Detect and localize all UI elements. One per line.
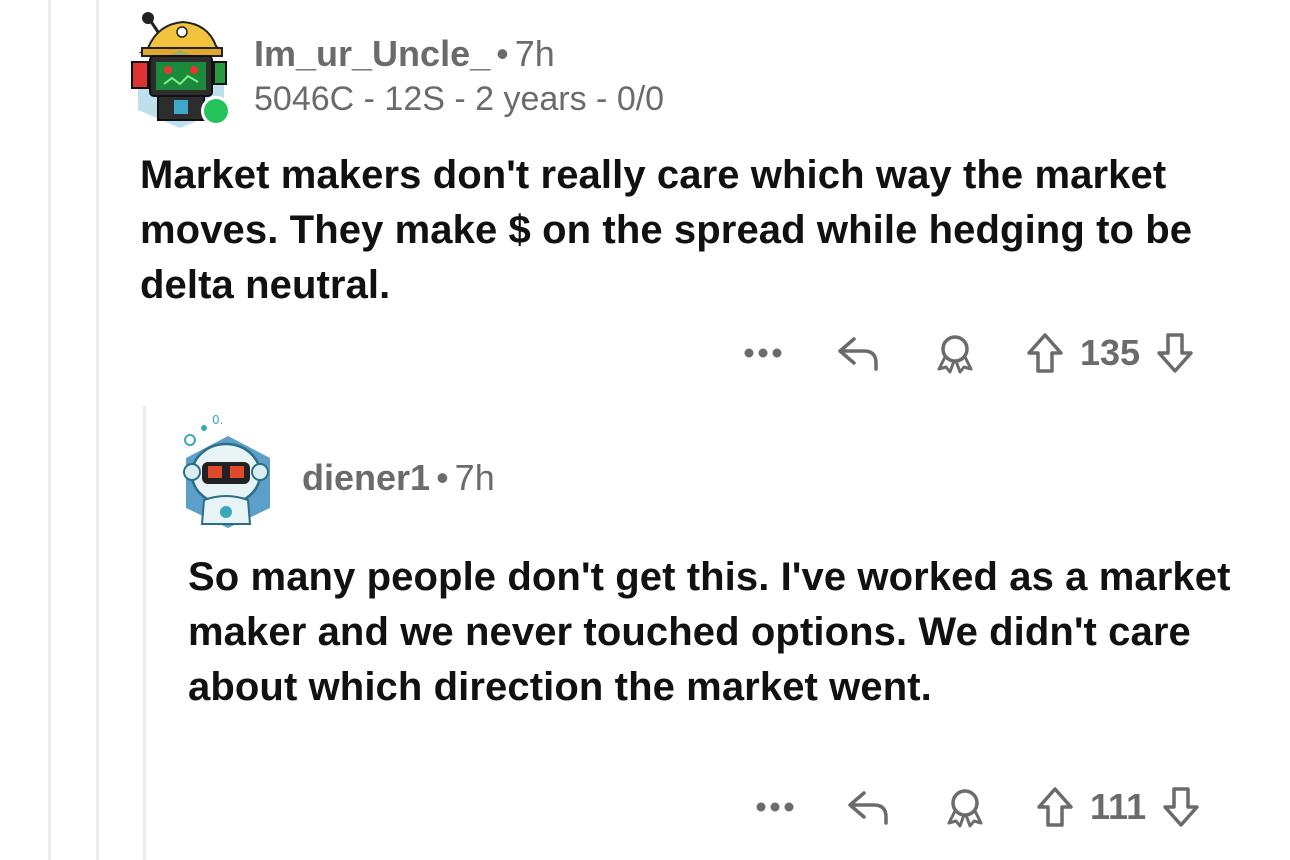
comment-meta: diener1 • 7h xyxy=(302,456,495,500)
award-icon xyxy=(937,335,973,374)
reply-icon xyxy=(848,791,888,825)
robot-avatar-icon: 0. xyxy=(183,413,270,528)
award-icon xyxy=(947,789,983,828)
user-avatar[interactable]: 0. xyxy=(180,408,275,528)
comment-body: So many people don't get this. I've work… xyxy=(188,550,1248,715)
comment-2: 0. diener1 • 7h So many people don't get t… xyxy=(0,400,1290,860)
separator-dot: • xyxy=(496,33,509,74)
more-options-button[interactable] xyxy=(750,784,800,830)
reply-button[interactable] xyxy=(846,784,892,830)
upvote-icon xyxy=(1027,333,1063,373)
reply-button[interactable] xyxy=(836,330,882,376)
more-options-button[interactable] xyxy=(738,330,788,376)
downvote-button[interactable] xyxy=(1152,330,1198,376)
svg-text:0.: 0. xyxy=(212,413,223,427)
comment-text: So many people don't get this. I've work… xyxy=(188,555,1231,709)
comment-body: Market makers don't really care which wa… xyxy=(140,148,1220,313)
comment-text: Market makers don't really care which wa… xyxy=(140,153,1193,307)
award-button[interactable] xyxy=(932,330,978,376)
downvote-icon xyxy=(1157,333,1193,373)
timestamp: 7h xyxy=(514,33,555,74)
timestamp: 7h xyxy=(454,457,495,498)
comment-1: Im_ur_Uncle_ • 7h 5046C - 12S - 2 years - … xyxy=(0,0,1290,400)
author-name[interactable]: Im_ur_Uncle_ xyxy=(254,33,490,74)
downvote-icon xyxy=(1163,787,1199,827)
comment-meta: Im_ur_Uncle_ • 7h xyxy=(254,32,555,76)
author-name[interactable]: diener1 xyxy=(302,457,430,498)
separator-dot: • xyxy=(436,457,449,498)
user-flair: 5046C - 12S - 2 years - 0/0 xyxy=(254,80,665,118)
comment-actions: 111 xyxy=(750,784,1204,830)
reply-icon xyxy=(838,337,878,371)
online-indicator xyxy=(201,96,231,126)
vote-score: 135 xyxy=(1080,332,1141,373)
more-icon xyxy=(756,802,794,812)
upvote-button[interactable] xyxy=(1022,330,1068,376)
downvote-button[interactable] xyxy=(1158,784,1204,830)
award-button[interactable] xyxy=(942,784,988,830)
upvote-button[interactable] xyxy=(1032,784,1078,830)
comment-actions: 135 xyxy=(738,330,1198,376)
vote-score: 111 xyxy=(1090,786,1147,827)
user-avatar[interactable] xyxy=(128,10,233,128)
upvote-icon xyxy=(1037,787,1073,827)
more-icon xyxy=(744,348,782,358)
